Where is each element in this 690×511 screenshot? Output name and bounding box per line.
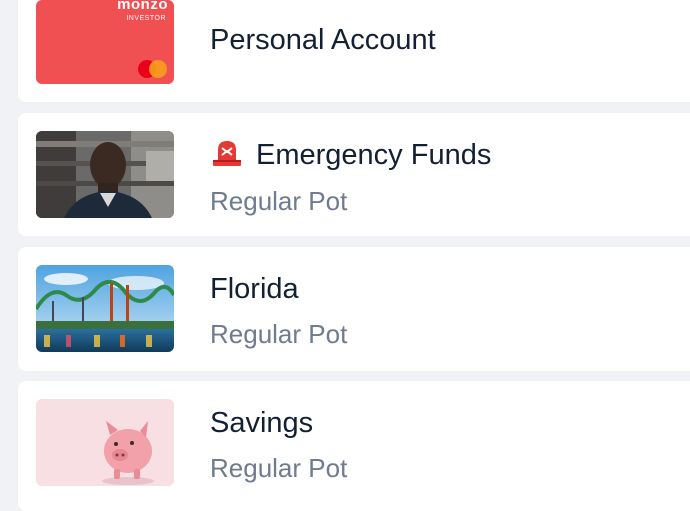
police-light-icon	[213, 141, 241, 166]
pot-image-florida	[36, 265, 174, 352]
account-row-personal[interactable]: monzo INVESTOR Personal Account	[18, 0, 690, 102]
mastercard-icon	[138, 60, 168, 78]
pot-image-savings	[36, 399, 174, 486]
pot-row-emergency-funds[interactable]: Emergency Funds Regular Pot	[18, 113, 690, 236]
pot-title-row: Emergency Funds	[210, 138, 491, 172]
pot-image-emergency	[36, 131, 174, 218]
pot-title: Florida	[210, 273, 299, 305]
pot-row-florida[interactable]: Florida Regular Pot	[18, 247, 690, 371]
pot-row-savings[interactable]: Savings Regular Pot	[18, 381, 690, 511]
pot-type-label: Regular Pot	[210, 319, 348, 349]
pot-type-label: Regular Pot	[210, 453, 348, 483]
account-title: Personal Account	[210, 24, 436, 56]
card-tier-label: INVESTOR	[126, 15, 166, 22]
pot-type-label: Regular Pot	[210, 186, 348, 216]
pot-title: Savings	[210, 407, 314, 439]
monzo-card-thumbnail: monzo INVESTOR	[36, 0, 174, 84]
monzo-logo: monzo	[117, 0, 168, 13]
pot-title: Emergency Funds	[256, 139, 492, 171]
